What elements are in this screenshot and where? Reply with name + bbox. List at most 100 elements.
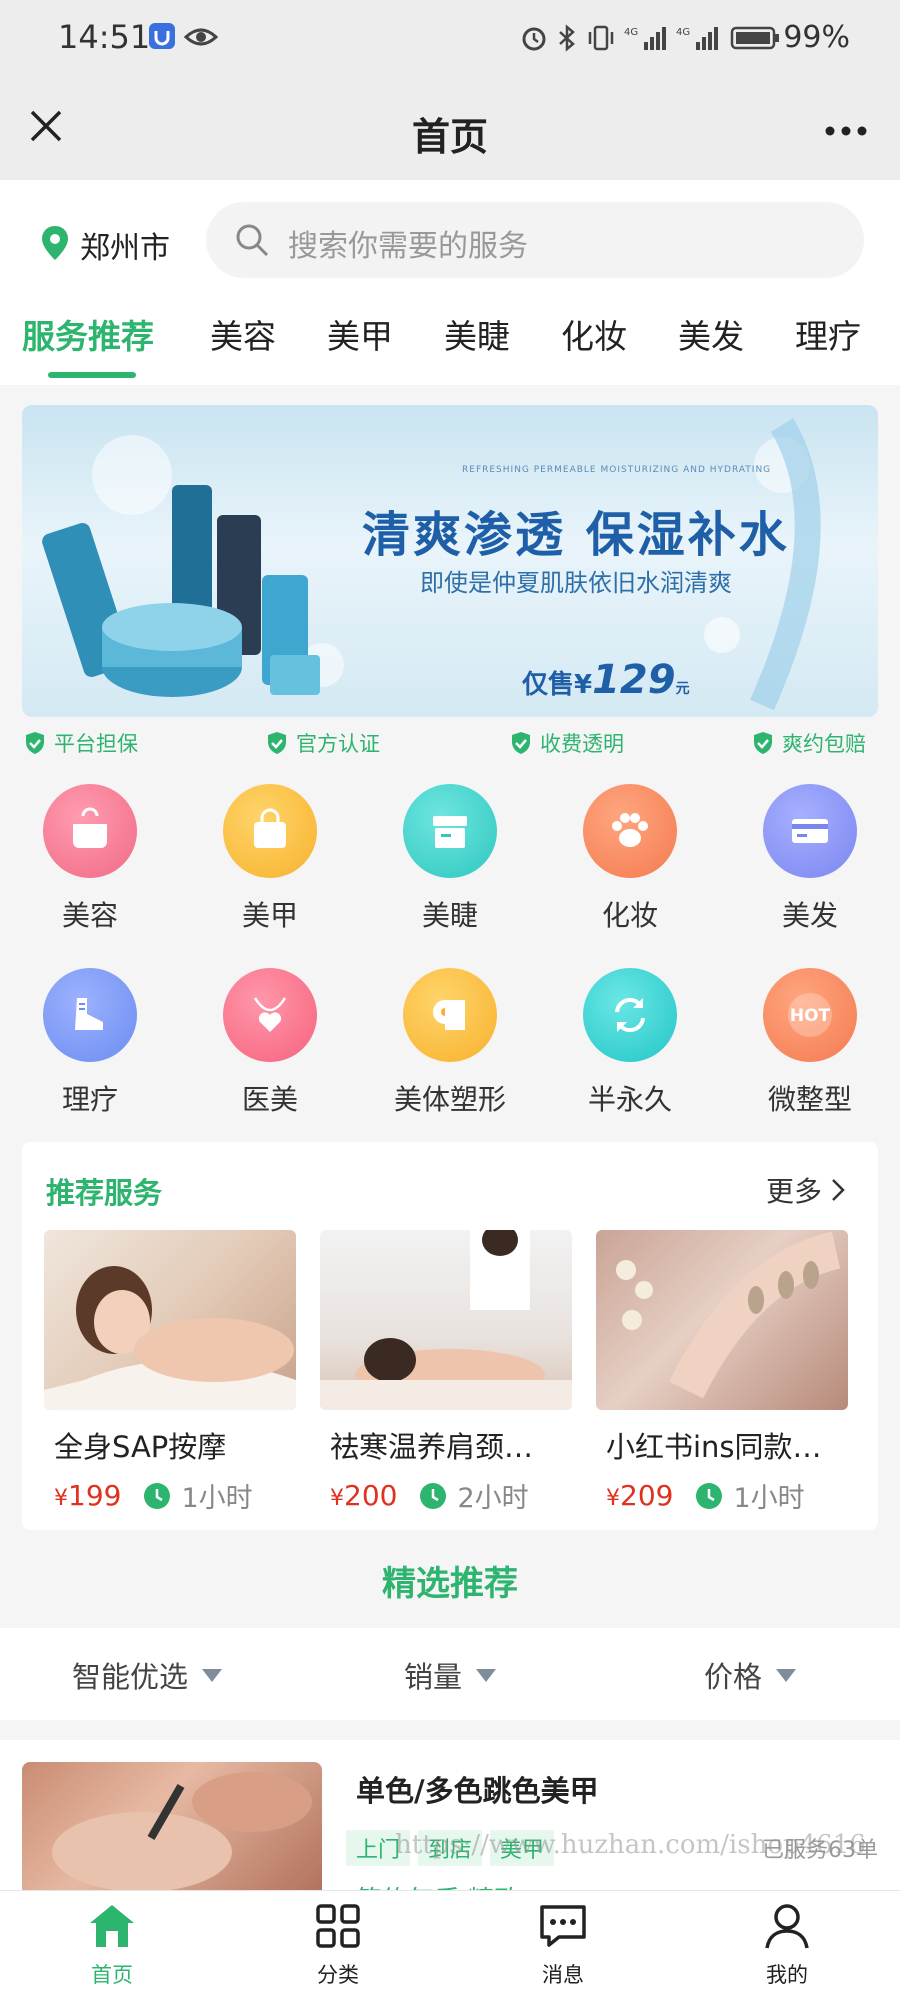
category-body-shaping[interactable]: 美体塑形 (375, 968, 525, 1118)
watermark-text: https://www.huzhan.com/ishop4616 (395, 1830, 866, 1860)
banner-price-value: 129 (592, 657, 676, 703)
signal-icon-2: 4G (676, 24, 720, 56)
nav-label: 消息 (542, 1963, 584, 1987)
caret-down-icon (476, 1668, 497, 1682)
tab-therapy[interactable]: 理疗 (795, 310, 861, 358)
banner-small-text: REFRESHING PERMEABLE MOISTURIZING AND HY… (462, 465, 772, 475)
heart-necklace-icon (223, 968, 317, 1062)
service-price: ¥209 (606, 1479, 673, 1512)
clock-icon (696, 1482, 723, 1509)
more-label: 更多 (765, 1175, 822, 1208)
guarantee-label: 平台担保 (54, 732, 138, 756)
guarantee-item: 爽约包赔 (752, 728, 866, 758)
guarantee-label: 官方认证 (296, 732, 380, 756)
title-bar: 首页 (0, 80, 900, 180)
tab-service-recommend[interactable]: 服务推荐 (22, 310, 154, 358)
tab-makeup[interactable]: 化妆 (561, 310, 627, 358)
paw-icon (583, 784, 677, 878)
page-title: 首页 (411, 115, 488, 159)
hot-badge-text: HOT (790, 1006, 831, 1026)
service-duration: 1小时 (143, 1476, 253, 1515)
battery-percent: 99% (783, 20, 850, 55)
refresh-icon (583, 968, 677, 1062)
guarantee-label: 爽约包赔 (782, 732, 866, 756)
shield-check-icon (26, 732, 44, 754)
user-icon (765, 1904, 809, 1949)
chevron-right-icon (832, 1179, 845, 1201)
message-icon (540, 1905, 586, 1947)
category-label: 美睫 (421, 899, 478, 932)
category-makeup[interactable]: 化妆 (555, 784, 705, 934)
alarm-icon (520, 24, 548, 56)
shield-check-icon (754, 732, 772, 754)
card-icon (763, 784, 857, 878)
signal-icon-1: 4G (624, 24, 668, 56)
shield-check-icon (512, 732, 530, 754)
tab-beauty[interactable]: 美容 (210, 310, 276, 358)
service-card[interactable]: 小红书ins同款… ¥209 1小时 (596, 1230, 848, 1515)
price-value: 200 (344, 1479, 398, 1512)
sort-label: 智能优选 (72, 1660, 189, 1694)
search-input[interactable]: 搜索你需要的服务 (206, 202, 864, 278)
category-nails[interactable]: 美甲 (195, 784, 345, 934)
listing-card[interactable]: 单色/多色跳色美甲 上门 到店 美甲 已服务63单 简约气质 精致... (0, 1740, 900, 1916)
sort-smart[interactable]: 智能优选 (72, 1654, 223, 1696)
category-label: 美甲 (241, 899, 298, 932)
currency-symbol: ¥ (606, 1486, 620, 1511)
guarantee-item: 收费透明 (510, 728, 624, 758)
category-label: 理疗 (61, 1083, 118, 1116)
category-lashes[interactable]: 美睫 (375, 784, 525, 934)
duration-value: 2小时 (457, 1483, 529, 1514)
nav-profile[interactable]: 我的 (727, 1901, 847, 1989)
service-image (44, 1230, 296, 1410)
tab-lashes[interactable]: 美睫 (444, 310, 510, 358)
home-icon (90, 1905, 134, 1947)
more-link[interactable]: 更多 (766, 1170, 848, 1210)
nav-label: 分类 (317, 1963, 359, 1987)
tab-hair[interactable]: 美发 (678, 310, 744, 358)
category-beauty[interactable]: 美容 (15, 784, 165, 934)
category-hair[interactable]: 美发 (735, 784, 885, 934)
service-card[interactable]: 全身SAP按摩 ¥199 1小时 (44, 1230, 296, 1515)
sort-price[interactable]: 价格 (704, 1654, 797, 1696)
service-image (596, 1230, 848, 1410)
category-therapy[interactable]: 理疗 (15, 968, 165, 1118)
price-value: 209 (620, 1479, 674, 1512)
caret-down-icon (776, 1668, 797, 1682)
guarantee-item: 平台担保 (24, 728, 138, 758)
service-name: 全身SAP按摩 (54, 1430, 227, 1464)
banner-price-prefix: 仅售¥ (522, 670, 593, 700)
service-name: 小红书ins同款… (606, 1430, 822, 1464)
nav-category[interactable]: 分类 (278, 1901, 398, 1989)
tab-nails[interactable]: 美甲 (327, 310, 393, 358)
category-semi-permanent[interactable]: 半永久 (555, 968, 705, 1118)
service-card[interactable]: 祛寒温养肩颈… ¥200 2小时 (320, 1230, 572, 1515)
active-tab-indicator (48, 372, 136, 378)
banner-subline: 即使是仲夏肌肤依旧水润清爽 (420, 569, 732, 597)
battery-icon (730, 24, 780, 56)
category-micro-plastic[interactable]: HOT 微整型 (735, 968, 885, 1118)
sort-sales[interactable]: 销量 (404, 1654, 497, 1696)
banner-headline: 清爽渗透 保湿补水 (362, 507, 790, 563)
guarantee-item: 官方认证 (266, 728, 380, 758)
currency-symbol: ¥ (54, 1486, 68, 1511)
guarantee-label: 收费透明 (540, 732, 624, 756)
nav-messages[interactable]: 消息 (503, 1901, 623, 1989)
category-label: 美体塑形 (393, 1083, 506, 1116)
header: 郑州市 搜索你需要的服务 服务推荐 美容 美甲 美睫 化妆 美发 理疗 (0, 180, 900, 385)
location-selector[interactable]: 郑州市 (40, 223, 170, 267)
banner-price-suffix: 元 (675, 681, 690, 697)
promo-banner[interactable]: REFRESHING PERMEABLE MOISTURIZING AND HY… (22, 405, 878, 717)
section-title: 推荐服务 (46, 1176, 163, 1210)
category-label: 医美 (241, 1083, 298, 1116)
bluetooth-icon (556, 24, 578, 56)
more-menu-icon[interactable] (824, 122, 868, 141)
category-label: 微整型 (767, 1083, 852, 1116)
city-label: 郑州市 (80, 231, 170, 266)
category-medical-beauty[interactable]: 医美 (195, 968, 345, 1118)
service-duration: 2小时 (419, 1476, 529, 1515)
eye-icon (183, 26, 219, 52)
nav-home[interactable]: 首页 (52, 1901, 172, 1989)
pot-icon (43, 784, 137, 878)
app-notification-icon (148, 22, 176, 54)
